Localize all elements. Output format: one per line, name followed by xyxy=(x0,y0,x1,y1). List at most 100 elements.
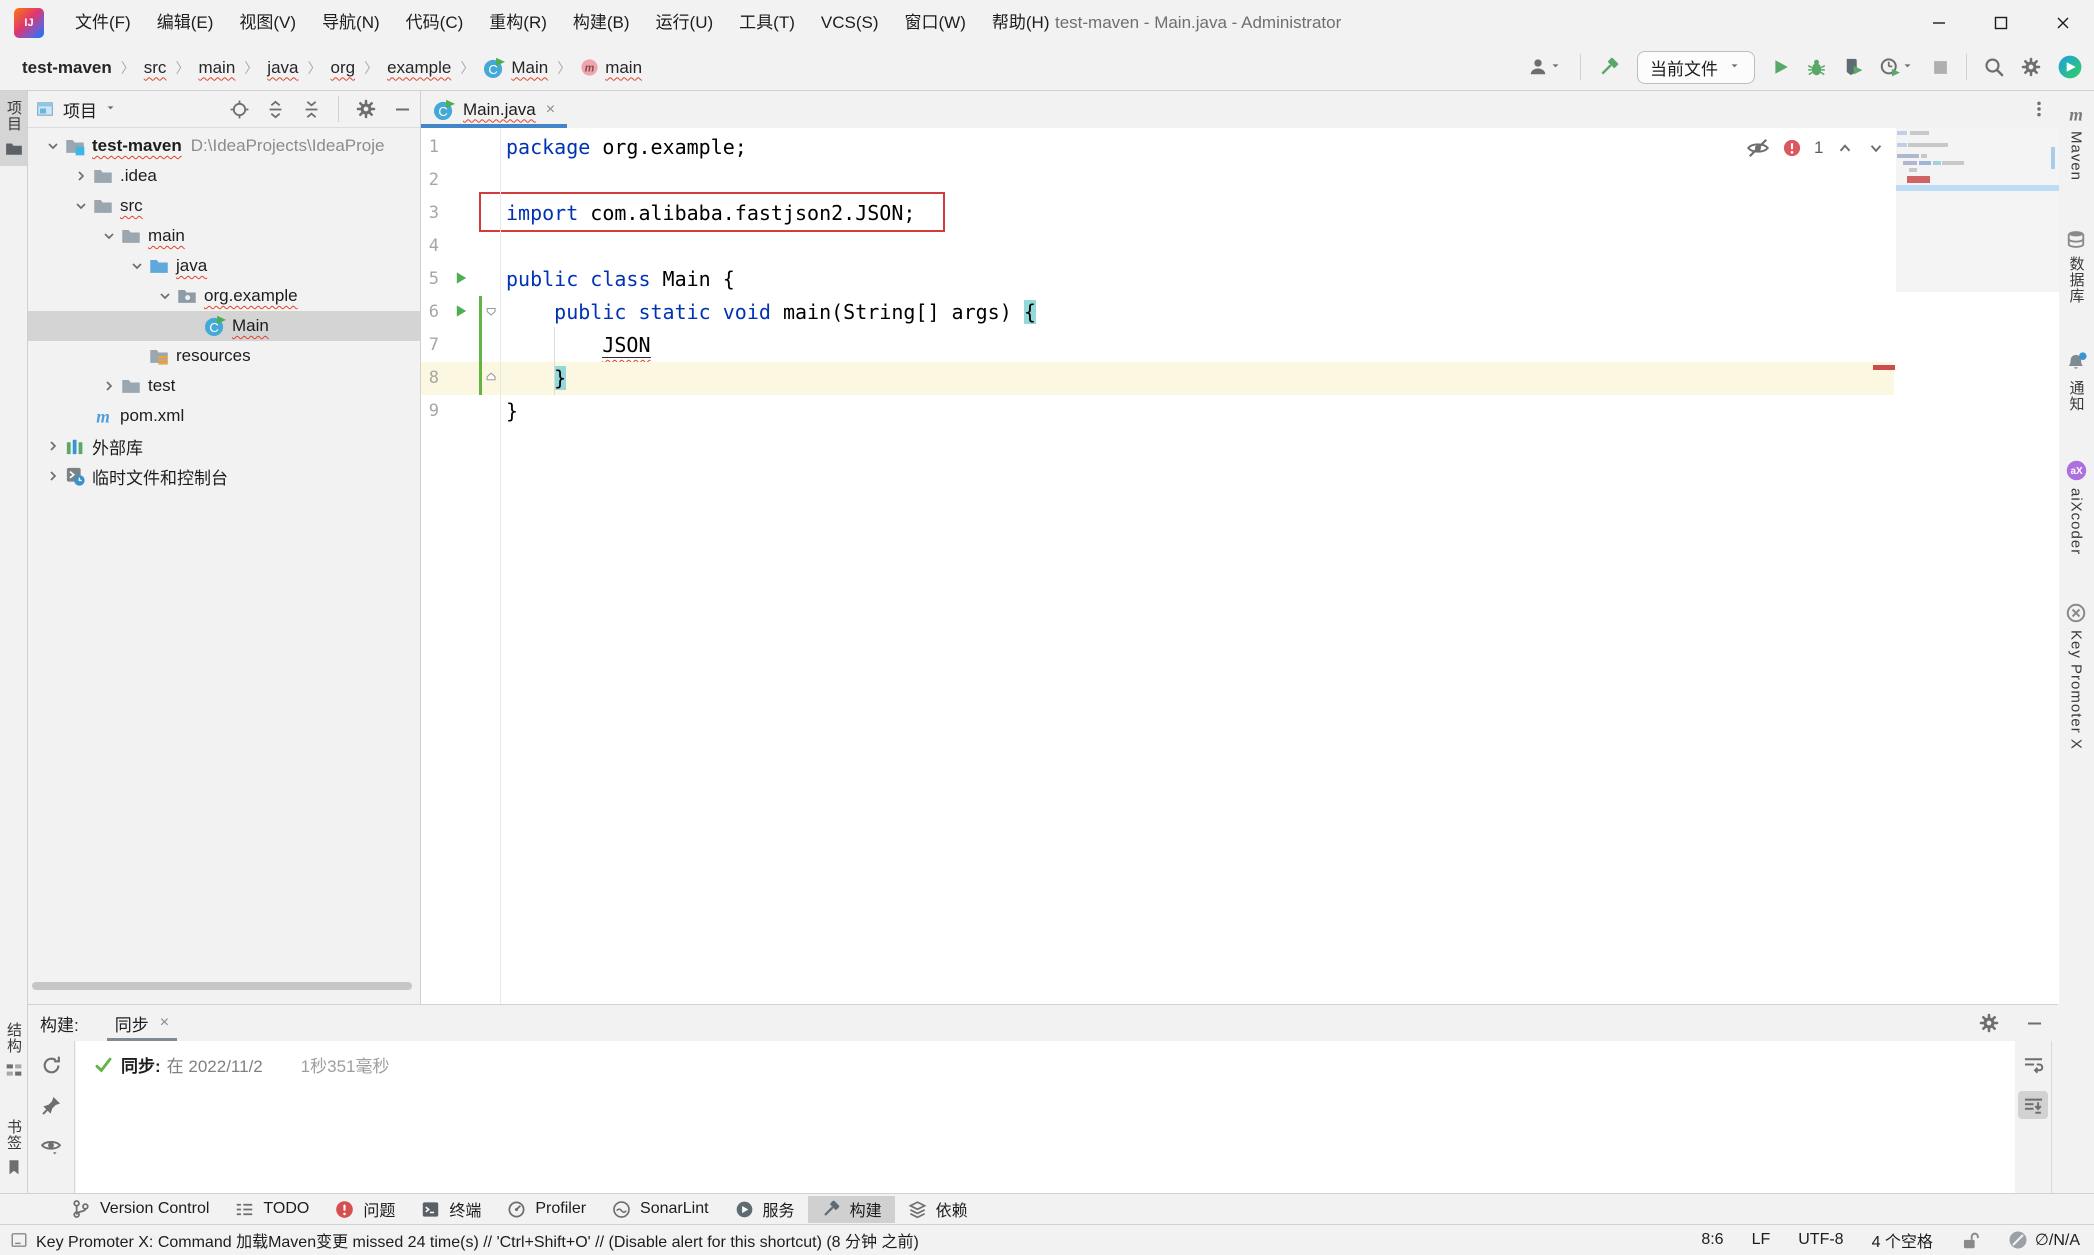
build-project-button[interactable] xyxy=(1598,56,1620,78)
hide-build-panel-button[interactable] xyxy=(2025,1014,2044,1033)
menu-item-构建B[interactable]: 构建(B) xyxy=(560,0,643,45)
breadcrumb-item-main[interactable]: main xyxy=(198,58,235,78)
view-options-button[interactable] xyxy=(40,1135,62,1157)
build-sync-row[interactable]: 同步: 在 2022/11/2 1秒351毫秒 xyxy=(94,1050,390,1078)
expand-all-button[interactable] xyxy=(266,100,285,119)
tool-stripe-Maven[interactable]: mMaven xyxy=(2058,95,2094,190)
toolwindow-button-服务[interactable]: 服务 xyxy=(722,1196,808,1223)
collapse-all-button[interactable] xyxy=(302,100,321,119)
horizontal-scrollbar[interactable] xyxy=(32,982,412,990)
chevron-down-icon[interactable] xyxy=(98,225,120,247)
line-number[interactable]: 7 xyxy=(421,329,439,362)
profiler-button[interactable] xyxy=(1880,57,1915,77)
run-gutter-icon[interactable] xyxy=(454,304,469,319)
run-gutter-icon[interactable] xyxy=(454,271,469,286)
breadcrumb-item-src[interactable]: src xyxy=(144,58,167,78)
tool-stripe-数据库[interactable]: 数据库 xyxy=(2058,220,2094,313)
tree-item-pom.xml[interactable]: mpom.xml xyxy=(28,401,420,431)
chevron-right-icon[interactable] xyxy=(42,435,64,457)
build-settings-button[interactable] xyxy=(1979,1013,1999,1033)
breadcrumb-item-test-maven[interactable]: test-maven xyxy=(22,58,112,78)
file-encoding[interactable]: UTF-8 xyxy=(1798,1231,1843,1249)
breadcrumb-item-Main[interactable]: CMain xyxy=(483,57,548,79)
tree-item-Main[interactable]: CMain xyxy=(28,311,420,341)
menu-item-帮助H[interactable]: 帮助(H) xyxy=(979,0,1063,45)
maximize-button[interactable] xyxy=(1970,0,2032,45)
toolwindow-button-TODO[interactable]: TODO xyxy=(222,1196,322,1223)
chevron-down-icon[interactable] xyxy=(42,135,64,157)
toolwindow-button-终端[interactable]: 终端 xyxy=(408,1196,494,1223)
error-stripe-mark[interactable] xyxy=(1873,365,1895,370)
line-number[interactable]: 3 xyxy=(421,197,439,230)
line-number[interactable]: 4 xyxy=(421,230,439,263)
highlighting-level[interactable]: ∅/N/A xyxy=(2008,1230,2080,1250)
chevron-down-icon[interactable] xyxy=(154,285,176,307)
line-number[interactable]: 6 xyxy=(421,296,439,329)
tree-item-main[interactable]: main xyxy=(28,221,420,251)
stop-button[interactable] xyxy=(1932,59,1949,76)
menu-item-视图V[interactable]: 视图(V) xyxy=(226,0,309,45)
indent-setting[interactable]: 4 个空格 xyxy=(1872,1228,1933,1252)
toolwindow-button-构建[interactable]: 构建 xyxy=(808,1196,895,1223)
breadcrumb-item-example[interactable]: example xyxy=(387,58,451,78)
run-configuration-select[interactable]: 当前文件 xyxy=(1637,51,1755,84)
tool-stripe-Key Promoter X[interactable]: Key Promoter X xyxy=(2058,594,2094,759)
menu-item-VCSS[interactable]: VCS(S) xyxy=(808,0,892,45)
line-number[interactable]: 8 xyxy=(421,362,439,395)
fold-close-icon[interactable] xyxy=(485,371,499,385)
scroll-to-end-button[interactable] xyxy=(2018,1091,2048,1119)
chevron-right-icon[interactable] xyxy=(70,165,92,187)
next-error-button[interactable] xyxy=(1867,139,1885,157)
chevron-down-icon[interactable] xyxy=(70,195,92,217)
tree-item-外部库[interactable]: 外部库 xyxy=(28,431,420,461)
tree-item-.idea[interactable]: .idea xyxy=(28,161,420,191)
close-button[interactable] xyxy=(2032,0,2094,45)
tree-item-临时文件和控制台[interactable]: 临时文件和控制台 xyxy=(28,461,420,491)
tree-item-resources[interactable]: resources xyxy=(28,341,420,371)
search-everywhere-button[interactable] xyxy=(1984,57,2004,77)
chevron-right-icon[interactable] xyxy=(98,375,120,397)
fold-open-icon[interactable] xyxy=(485,305,499,319)
toolwindow-button-Profiler[interactable]: Profiler xyxy=(494,1196,599,1223)
code-editor[interactable]: 1package org.example;23import com.alibab… xyxy=(421,128,2059,1004)
menu-item-工具T[interactable]: 工具(T) xyxy=(726,0,808,45)
tool-stripe-项目[interactable]: 项目 xyxy=(0,91,27,166)
toolwindow-button-问题[interactable]: 问题 xyxy=(322,1196,408,1223)
tree-item-java[interactable]: java xyxy=(28,251,420,281)
refresh-button[interactable] xyxy=(41,1055,62,1076)
breadcrumb-item-java[interactable]: java xyxy=(267,58,298,78)
caret-position[interactable]: 8:6 xyxy=(1701,1231,1723,1249)
highlighting-off-icon[interactable] xyxy=(1746,136,1770,160)
chevron-down-icon[interactable] xyxy=(126,255,148,277)
tree-item-src[interactable]: src xyxy=(28,191,420,221)
breadcrumb-item-org[interactable]: org xyxy=(330,58,355,78)
menu-item-文件F[interactable]: 文件(F) xyxy=(62,0,144,45)
locate-file-button[interactable] xyxy=(230,100,249,119)
breadcrumb-item-main[interactable]: mmain xyxy=(580,58,642,78)
toolwindow-button-SonarLint[interactable]: SonarLint xyxy=(599,1196,722,1223)
tool-stripe-书签[interactable]: 书签 xyxy=(0,1110,27,1185)
inspection-widget[interactable]: 1 xyxy=(1746,136,1885,160)
profile-button[interactable] xyxy=(1528,57,1563,77)
toolwindow-button-Version Control[interactable]: Version Control xyxy=(58,1196,222,1223)
run-button[interactable] xyxy=(1772,58,1790,76)
minimize-button[interactable] xyxy=(1908,0,1970,45)
build-tab-sync[interactable]: 同步 × xyxy=(111,1005,173,1041)
project-view-select[interactable]: 项目 xyxy=(36,97,118,122)
tree-item-org.example[interactable]: org.example xyxy=(28,281,420,311)
tool-stripe-aiXcoder[interactable]: aXaiXcoder xyxy=(2058,451,2094,564)
menu-item-导航N[interactable]: 导航(N) xyxy=(309,0,393,45)
menu-item-运行U[interactable]: 运行(U) xyxy=(643,0,727,45)
line-number[interactable]: 5 xyxy=(421,263,439,296)
tool-stripe-通知[interactable]: 通知 xyxy=(2058,343,2094,421)
line-separator[interactable]: LF xyxy=(1752,1231,1771,1249)
readonly-toggle[interactable] xyxy=(1961,1231,1980,1250)
line-number[interactable]: 1 xyxy=(421,131,439,164)
menu-item-代码C[interactable]: 代码(C) xyxy=(393,0,477,45)
editor-minimap[interactable] xyxy=(1896,128,2059,292)
editor-tab-main-java[interactable]: C Main.java × xyxy=(421,91,567,128)
editor-scrollbar[interactable] xyxy=(2051,147,2055,169)
line-number[interactable]: 2 xyxy=(421,164,439,197)
panel-settings-button[interactable] xyxy=(356,99,376,119)
settings-button[interactable] xyxy=(2021,57,2041,77)
